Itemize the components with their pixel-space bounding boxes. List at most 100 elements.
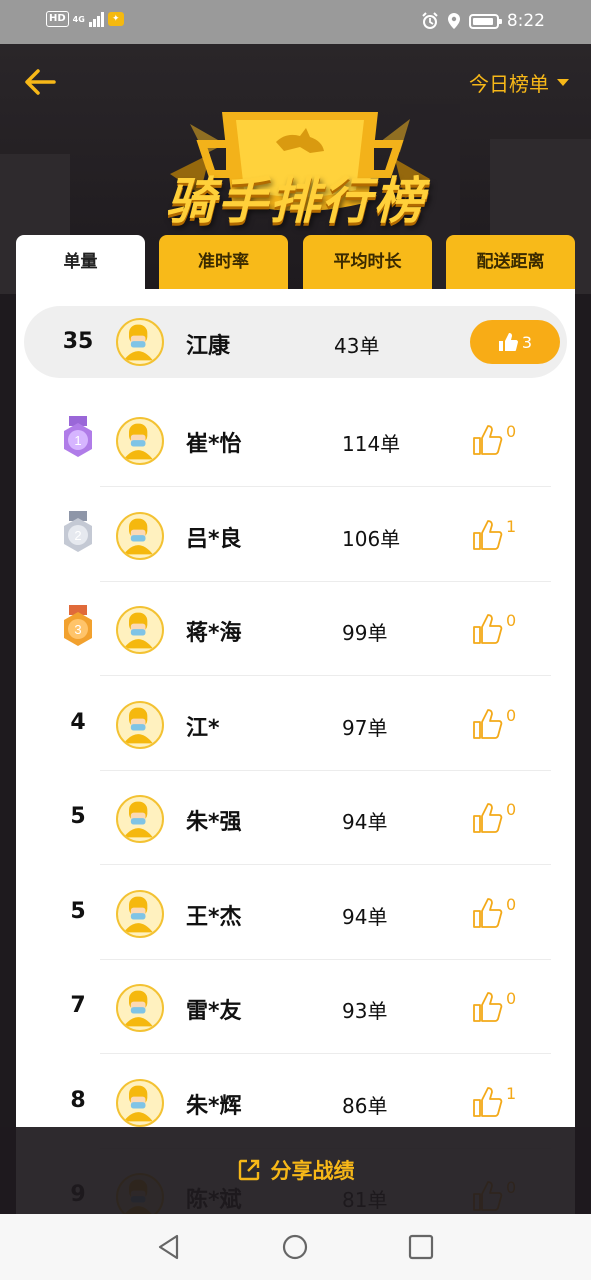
order-count: 99单 (342, 621, 388, 645)
order-count: 86单 (342, 1093, 388, 1118)
ranking-list[interactable]: 35 江康 43单 3 1 崔*怡 114单 0 2 吕*良 106单 1 3 蒋*海 99单 0 4 江… (16, 289, 575, 1229)
order-count: 94单 (342, 810, 388, 834)
status-time: 8:22 (506, 11, 545, 31)
avatar (116, 606, 164, 654)
like-button[interactable]: 0 (472, 800, 517, 834)
avatar (116, 417, 164, 465)
rank-number: 7 (70, 993, 86, 1018)
avatar (116, 318, 164, 366)
medal-rank: 3 (74, 622, 81, 637)
ranking-period-label: 今日榜单 (469, 72, 549, 96)
thumbs-up-icon (473, 803, 503, 833)
like-button[interactable]: 0 (472, 705, 517, 740)
avatar (116, 511, 164, 560)
tab-average-duration[interactable]: 平均时长 (303, 235, 432, 289)
avatar (116, 984, 164, 1032)
rider-row: 4 江* 97单 0 (16, 677, 575, 771)
like-count: 3 (521, 332, 533, 352)
avatar (116, 1078, 164, 1127)
alarm-icon (422, 12, 438, 29)
like-button[interactable]: 1 (472, 1083, 517, 1118)
avatar (116, 889, 164, 938)
battery-icon (468, 13, 502, 29)
rider-row: 2 吕*良 106单 1 (16, 488, 575, 582)
thumbs-up-icon (473, 1086, 503, 1117)
like-count: 0 (506, 894, 517, 914)
rider-name: 朱*辉 (186, 1093, 242, 1119)
rank-number: 5 (70, 804, 86, 829)
order-count: 43单 (334, 334, 380, 358)
network-type: 4G (72, 14, 85, 24)
avatar (116, 795, 164, 843)
like-count: 1 (506, 516, 517, 536)
rank-number: 35 (62, 329, 94, 354)
medal-icon: 2 (64, 510, 92, 552)
metric-tabs: 单量 准时率 平均时长 配送距离 (16, 235, 575, 291)
arrow-left-icon[interactable] (24, 66, 56, 98)
back-triangle-icon[interactable] (154, 1232, 184, 1262)
rider-name: 吕*良 (186, 526, 242, 552)
like-count: 1 (506, 1083, 517, 1103)
rank-number: 5 (70, 898, 86, 924)
like-count: 0 (506, 422, 517, 441)
rider-name: 王*杰 (186, 904, 242, 930)
ranking-period-dropdown[interactable]: 今日榜单 (469, 68, 569, 97)
like-button[interactable]: 3 (470, 320, 560, 364)
avatar (116, 700, 164, 749)
thumbs-up-icon (473, 708, 503, 739)
rank-number: 8 (70, 1087, 86, 1113)
thumbs-up-icon (473, 519, 503, 550)
order-count: 93单 (342, 999, 388, 1023)
share-label: 分享战绩 (270, 1159, 355, 1183)
like-button[interactable]: 0 (472, 422, 517, 456)
my-rank-row: 35 江康 43单 3 (24, 306, 567, 378)
order-count: 97单 (342, 715, 388, 740)
rider-name: 蒋*海 (186, 621, 242, 646)
medal-rank: 2 (74, 528, 81, 543)
recents-square-icon[interactable] (406, 1232, 436, 1262)
caret-down-icon (557, 79, 569, 86)
status-bar: HD 4G ✦ 8:22 (0, 0, 591, 44)
like-count: 0 (506, 705, 517, 725)
like-count: 0 (506, 989, 517, 1008)
page-title: 骑手排行榜 (165, 172, 426, 230)
like-count: 0 (506, 800, 517, 819)
medal-icon: 1 (64, 416, 92, 457)
rider-row: 5 朱*强 94单 0 (16, 771, 575, 865)
hd-icon: HD (46, 11, 69, 27)
rider-row: 1 崔*怡 114单 0 (16, 393, 575, 487)
medal-icon: 3 (64, 605, 92, 646)
rider-row: 7 雷*友 93单 0 (16, 960, 575, 1054)
like-button[interactable]: 0 (472, 894, 517, 929)
rider-name: 崔*怡 (186, 432, 242, 457)
tab-delivery-distance[interactable]: 配送距离 (446, 235, 575, 289)
like-count: 0 (506, 611, 517, 630)
thumbs-up-icon (473, 614, 503, 644)
thumbs-up-icon (473, 992, 503, 1022)
rider-name: 江康 (186, 334, 231, 359)
status-right: 8:22 (421, 11, 545, 31)
like-button[interactable]: 1 (472, 516, 517, 551)
home-circle-icon[interactable] (280, 1232, 310, 1262)
location-icon (447, 13, 460, 29)
share-bar: 分享战绩 (0, 1127, 591, 1214)
share-button[interactable]: 分享战绩 (0, 1155, 591, 1185)
rider-row: 5 王*杰 94单 0 (16, 866, 575, 960)
app-notification-icon: ✦ (107, 12, 124, 26)
tab-on-time-rate[interactable]: 准时率 (159, 235, 288, 289)
order-count: 94单 (342, 904, 388, 929)
rider-name: 朱*强 (186, 810, 242, 835)
tab-order-count[interactable]: 单量 (16, 235, 145, 291)
thumbs-up-icon (473, 897, 503, 928)
rider-row: 3 蒋*海 99单 0 (16, 582, 575, 676)
thumbs-up-icon (473, 425, 503, 455)
thumbs-up-icon (498, 333, 518, 351)
like-button[interactable]: 0 (472, 989, 517, 1023)
share-icon (238, 1159, 259, 1181)
like-button[interactable]: 0 (472, 611, 517, 645)
status-left: HD 4G ✦ (46, 11, 124, 27)
order-count: 106单 (342, 526, 401, 551)
rider-name: 雷*友 (186, 999, 242, 1024)
rank-number: 4 (70, 709, 86, 735)
signal-icon (88, 11, 104, 27)
